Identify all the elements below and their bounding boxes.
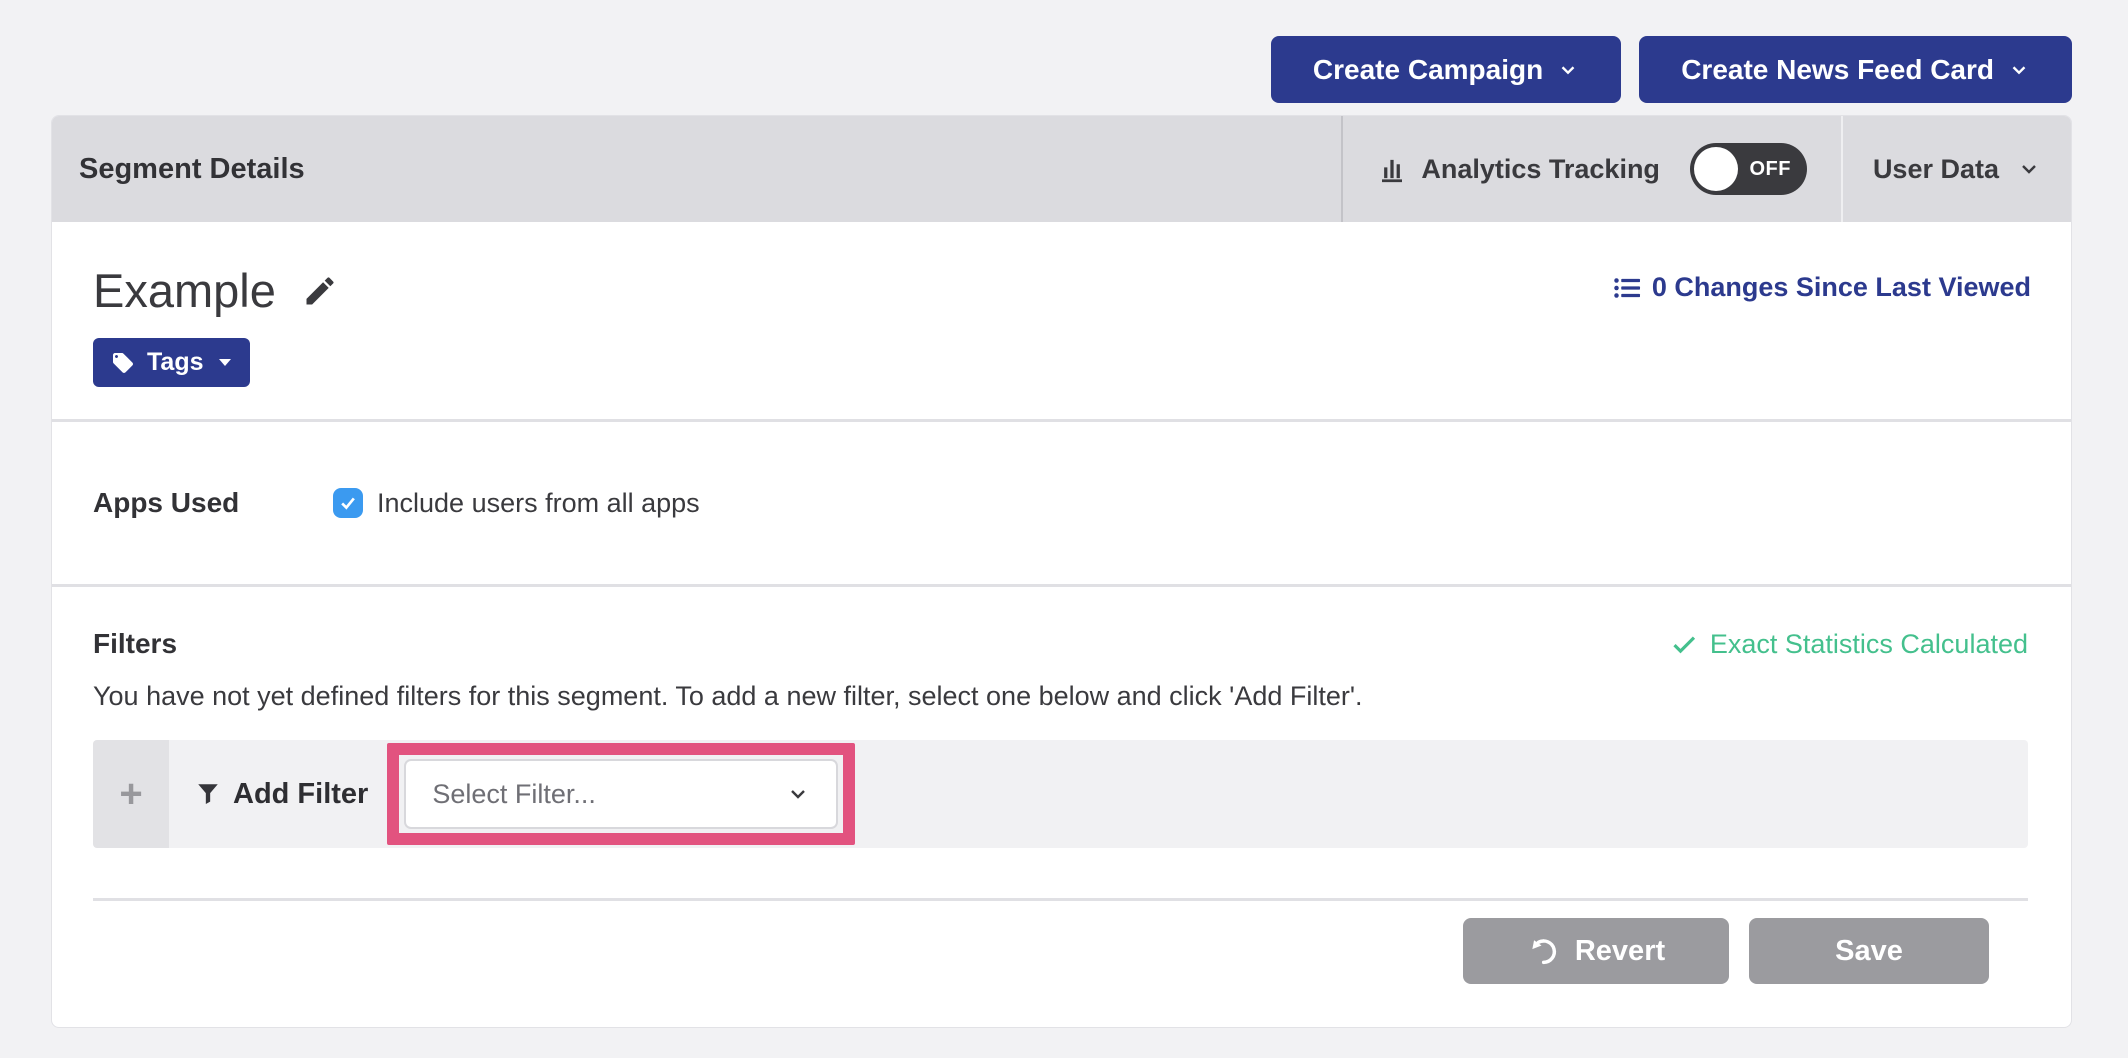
add-filter-row: + Add Filter Select Filter...	[93, 740, 2028, 848]
segment-name: Example	[93, 264, 276, 318]
edit-pencil-icon[interactable]	[302, 273, 338, 309]
filter-funnel-icon	[195, 781, 221, 807]
card-header: Segment Details Analytics Tracking OFF	[52, 116, 2071, 222]
check-icon	[338, 493, 358, 513]
filter-select-dropdown[interactable]: Select Filter...	[404, 759, 838, 829]
bar-chart-icon	[1377, 154, 1407, 184]
top-action-bar: Create Campaign Create News Feed Card	[0, 36, 2072, 103]
check-icon	[1670, 630, 1698, 658]
filters-section: Filters Exact Statistics Calculated You …	[52, 587, 2071, 984]
toggle-knob	[1694, 147, 1738, 191]
tag-icon	[111, 351, 135, 375]
highlight-annotation: Select Filter...	[387, 743, 855, 845]
segment-details-page: Create Campaign Create News Feed Card Se…	[0, 0, 2128, 1058]
user-data-dropdown[interactable]: User Data	[1841, 116, 2071, 222]
apps-used-row: Apps Used Include users from all apps	[52, 422, 2071, 584]
user-data-label: User Data	[1873, 154, 1999, 185]
create-news-feed-label: Create News Feed Card	[1681, 54, 1994, 86]
filters-title: Filters	[93, 627, 177, 661]
chevron-down-icon	[1557, 59, 1579, 81]
card-footer: Revert Save	[93, 901, 2028, 984]
exact-statistics-status: Exact Statistics Calculated	[1670, 629, 2028, 660]
filters-header: Filters Exact Statistics Calculated	[93, 627, 2028, 661]
include-all-apps-option: Include users from all apps	[333, 488, 700, 519]
filters-empty-message: You have not yet defined filters for thi…	[93, 683, 2028, 710]
segment-name-wrap: Example	[93, 264, 338, 318]
save-label: Save	[1835, 935, 1903, 968]
plus-icon: +	[119, 774, 142, 814]
include-all-apps-checkbox[interactable]	[333, 488, 363, 518]
revert-button[interactable]: Revert	[1463, 918, 1729, 984]
analytics-tracking-toggle[interactable]: OFF	[1690, 143, 1807, 195]
create-news-feed-card-button[interactable]: Create News Feed Card	[1639, 36, 2072, 103]
tags-button[interactable]: Tags	[93, 338, 250, 387]
toggle-state-label: OFF	[1749, 158, 1807, 181]
chevron-down-icon	[2008, 59, 2030, 81]
create-campaign-label: Create Campaign	[1313, 54, 1543, 86]
page-title: Segment Details	[79, 153, 305, 186]
undo-icon	[1527, 935, 1559, 967]
exact-statistics-label: Exact Statistics Calculated	[1710, 629, 2028, 660]
tags-button-label: Tags	[147, 348, 204, 377]
list-icon	[1612, 273, 1642, 303]
changes-since-last-viewed-link[interactable]: 0 Changes Since Last Viewed	[1612, 272, 2031, 303]
chevron-down-icon	[2017, 157, 2041, 181]
card-header-title-wrap: Segment Details	[52, 116, 1341, 222]
filter-select-placeholder: Select Filter...	[432, 779, 596, 810]
analytics-tracking-section: Analytics Tracking OFF	[1341, 116, 1841, 222]
create-campaign-button[interactable]: Create Campaign	[1271, 36, 1621, 103]
add-filter-plus-button[interactable]: +	[93, 740, 169, 848]
segment-title-row: Example 0 Changes Since Last Viewed	[52, 222, 2071, 318]
segment-details-card: Segment Details Analytics Tracking OFF	[51, 115, 2072, 1028]
add-filter-label-group: Add Filter	[195, 778, 368, 811]
tags-row: Tags	[52, 318, 2071, 387]
apps-used-label: Apps Used	[93, 487, 333, 519]
chevron-down-icon	[786, 782, 810, 806]
caret-down-icon	[218, 358, 232, 367]
revert-label: Revert	[1575, 935, 1665, 968]
add-filter-row-main: Add Filter Select Filter...	[169, 740, 2028, 848]
analytics-tracking-label: Analytics Tracking	[1421, 154, 1660, 185]
changes-link-label: 0 Changes Since Last Viewed	[1652, 272, 2031, 303]
add-filter-label: Add Filter	[233, 778, 368, 811]
save-button[interactable]: Save	[1749, 918, 1989, 984]
include-all-apps-label: Include users from all apps	[377, 488, 700, 519]
